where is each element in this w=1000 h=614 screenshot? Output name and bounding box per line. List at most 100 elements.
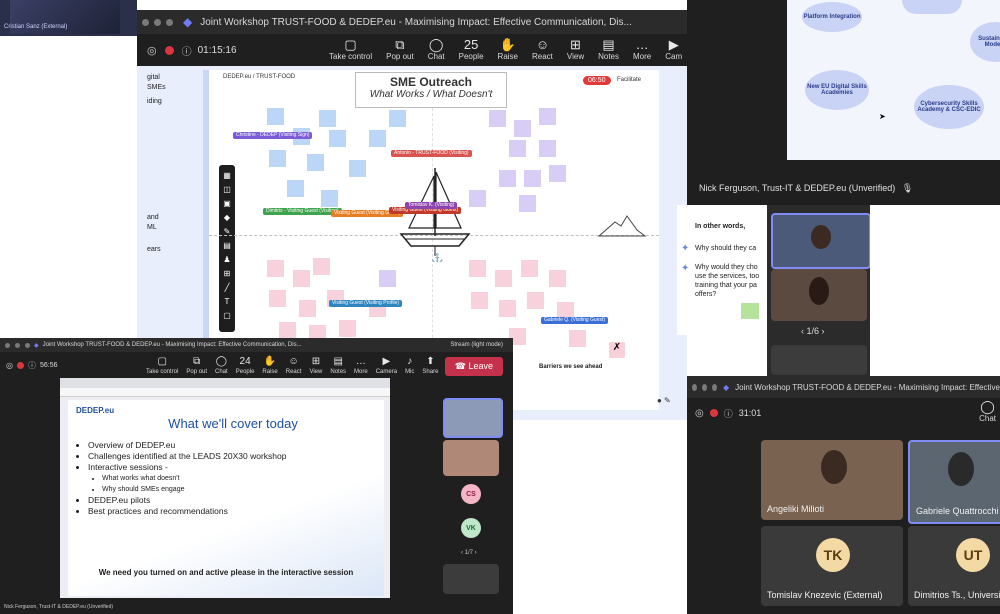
sticky-note[interactable] — [549, 165, 566, 182]
raise-button[interactable]: ✋ Raise — [262, 355, 277, 375]
window-max-dot[interactable] — [166, 18, 173, 26]
share-button[interactable]: ⬆ Share — [422, 355, 438, 375]
cam-button[interactable]: ▶ Cam — [665, 38, 682, 62]
sticky-note[interactable] — [519, 195, 536, 212]
sticky-note[interactable] — [279, 322, 296, 339]
window-min-dot[interactable] — [154, 18, 161, 26]
cloud-cybersecurity: Cybersecurity Skills Academy & CSC-EDIC — [914, 85, 984, 129]
people-button[interactable]: 25 People — [459, 38, 484, 62]
view-button[interactable]: ⊞ View — [309, 355, 322, 375]
mic-button[interactable]: ♪ Mic — [405, 355, 414, 375]
sticky-note[interactable] — [321, 190, 338, 207]
notes-button[interactable]: ▤ Notes — [330, 355, 346, 375]
camera-button[interactable]: ▶ Camera — [376, 355, 397, 375]
bl-video-3[interactable] — [443, 564, 499, 594]
take-control-button[interactable]: ▢ Take control — [329, 38, 372, 62]
sticky-note[interactable] — [267, 260, 284, 277]
tool-line-icon[interactable]: ╱ — [222, 283, 232, 293]
sticky-note[interactable] — [509, 140, 526, 157]
sticky-note[interactable] — [267, 108, 284, 125]
sticky-note[interactable] — [489, 110, 506, 127]
raise-button[interactable]: ✋ Raise — [498, 38, 518, 62]
sticky-note[interactable] — [269, 150, 286, 167]
chat-button[interactable]: ◯ Chat — [428, 38, 445, 62]
sticky-note[interactable] — [495, 270, 512, 287]
br-close-dot[interactable] — [692, 383, 697, 391]
sticky-note[interactable] — [539, 108, 556, 125]
sticky-note[interactable] — [299, 300, 316, 317]
bl-max-dot[interactable] — [25, 342, 30, 348]
bottom-right-window: ◆ Joint Workshop TRUST-FOOD & DEDEP.eu -… — [687, 376, 1000, 614]
strip-video-1[interactable] — [771, 213, 870, 269]
sticky-note[interactable] — [514, 120, 531, 137]
sticky-note[interactable] — [471, 292, 488, 309]
pop-out-button[interactable]: ⧉ Pop out — [386, 38, 414, 62]
tool-people-icon[interactable]: ♟ — [222, 255, 232, 265]
tool-grid-icon[interactable]: ⊞ — [222, 269, 232, 279]
sticky-note[interactable] — [524, 170, 541, 187]
strip-video-2[interactable] — [771, 269, 867, 321]
br-timer: 31:01 — [738, 408, 762, 418]
info-icon[interactable]: ⓘ — [724, 407, 733, 420]
sticky-note[interactable] — [313, 258, 330, 275]
br-max-dot[interactable] — [712, 383, 717, 391]
people-button[interactable]: 24 People — [236, 355, 255, 375]
pop-out-button[interactable]: ⧉ Pop out — [186, 355, 207, 375]
tool-select-icon[interactable]: ▦ — [222, 171, 232, 181]
tool-shape-icon[interactable]: ◆ — [222, 213, 232, 223]
tool-image-icon[interactable]: ▤ — [222, 241, 232, 251]
info-icon[interactable]: ⓘ — [182, 43, 192, 58]
info-icon[interactable]: ⓘ — [28, 360, 36, 371]
bl-video-2[interactable] — [443, 440, 499, 476]
sticky-note[interactable] — [369, 130, 386, 147]
br-tile-1[interactable]: Angeliki Milioti — [761, 440, 903, 520]
chat-button[interactable]: ◯ Chat — [215, 355, 228, 375]
react-button[interactable]: ☺ React — [532, 38, 553, 62]
br-tile-2[interactable]: Gabriele Quattrocchi ( — [908, 440, 1000, 524]
more-button[interactable]: … More — [633, 38, 651, 62]
br-tile-3[interactable]: TK Tomislav Knezevic (External) — [761, 526, 903, 606]
br-min-dot[interactable] — [702, 383, 707, 391]
board-timer[interactable]: 06:50 — [583, 76, 611, 85]
sticky-note[interactable] — [527, 292, 544, 309]
sticky-note[interactable] — [499, 300, 516, 317]
tool-more-icon[interactable]: ▢ — [222, 311, 232, 321]
sticky-note[interactable] — [379, 270, 396, 287]
board-tab[interactable]: DEDEP.eu / TRUST-FOOD — [223, 74, 295, 80]
br-chat-button[interactable]: ◯ Chat — [979, 400, 996, 424]
sticky-note[interactable] — [329, 130, 346, 147]
tool-sticky-icon[interactable]: ▣ — [222, 199, 232, 209]
leave-button[interactable]: ☎ Leave — [444, 357, 503, 376]
window-close-dot[interactable] — [142, 18, 149, 26]
sticky-note[interactable] — [319, 110, 336, 127]
bl-video-1[interactable] — [443, 398, 503, 438]
strip-pager[interactable]: ‹ 1/6 › — [801, 326, 825, 336]
sticky-note[interactable] — [269, 290, 286, 307]
sticky-note[interactable] — [307, 154, 324, 171]
facilitate-label[interactable]: Facilitate — [617, 77, 641, 83]
br-tile-4[interactable]: UT Dimitrios Ts., Universi — [908, 526, 1000, 606]
sticky-note[interactable] — [469, 190, 486, 207]
sticky-note[interactable] — [499, 170, 516, 187]
bl-pager[interactable]: ‹ 1/7 › — [461, 550, 477, 556]
bl-min-dot[interactable] — [15, 342, 20, 348]
more-button[interactable]: … More — [354, 355, 368, 375]
strip-video-3[interactable] — [771, 345, 867, 375]
view-button[interactable]: ⊞ View — [567, 38, 584, 62]
react-button[interactable]: ☺ React — [286, 355, 302, 375]
sticky-note[interactable] — [293, 270, 310, 287]
notes-button[interactable]: ▤ Notes — [598, 38, 619, 62]
tool-frame-icon[interactable]: ◫ — [222, 185, 232, 195]
tool-text-icon[interactable]: T — [222, 297, 232, 307]
sticky-note[interactable] — [539, 140, 556, 157]
sticky-note[interactable] — [521, 260, 538, 277]
sticky-note[interactable] — [469, 260, 486, 277]
sticky-note[interactable] — [389, 110, 406, 127]
take-control-button[interactable]: ▢ Take control — [146, 355, 178, 375]
sticky-note[interactable] — [287, 180, 304, 197]
sticky-note[interactable] — [549, 270, 566, 287]
bl-close-dot[interactable] — [5, 342, 10, 348]
sticky-note[interactable] — [349, 160, 366, 177]
sticky-note[interactable] — [339, 320, 356, 337]
board-zoom-controls[interactable]: ● ✎ — [657, 396, 671, 405]
